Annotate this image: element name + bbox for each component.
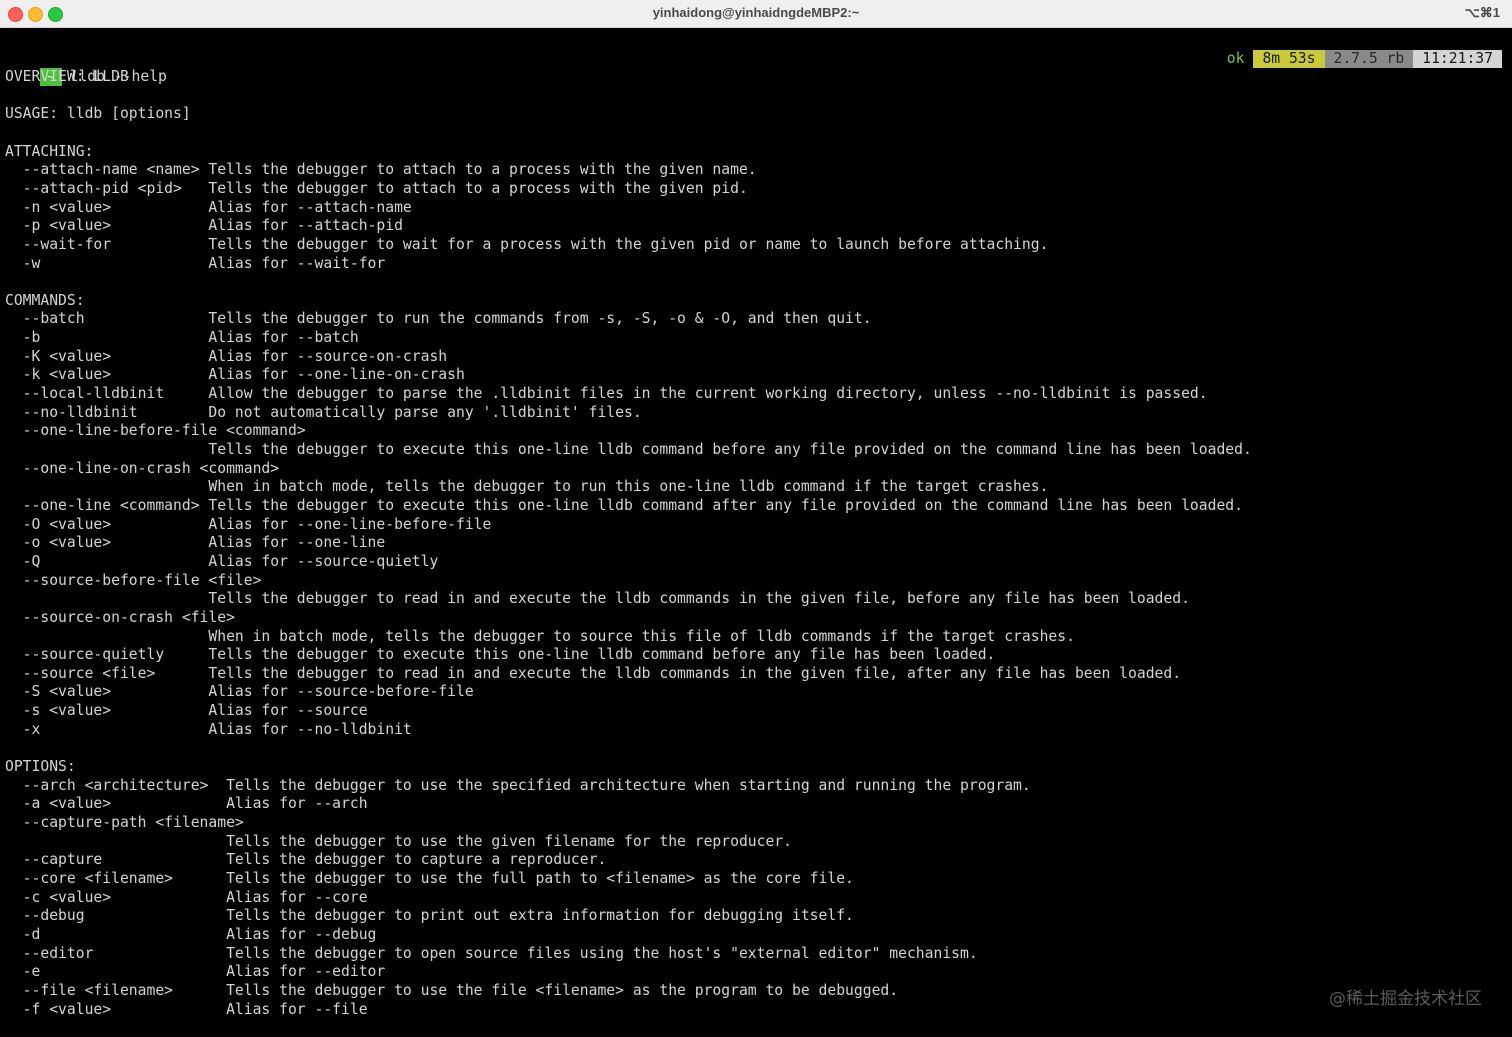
output-line: -o <value> Alias for --one-line: [5, 534, 386, 552]
output-line: --one-line <command> Tells the debugger …: [5, 496, 1243, 514]
output-line: -e Alias for --editor: [5, 963, 386, 981]
tab-shortcut-label: ⌥⌘1: [1464, 5, 1500, 20]
output-line: ATTACHING:: [5, 142, 94, 160]
command-duration: 8m 53s: [1253, 50, 1325, 68]
output-line: --capture Tells the debugger to capture …: [5, 851, 607, 869]
output-line: -b Alias for --batch: [5, 329, 359, 347]
output-line: -c <value> Alias for --core: [5, 888, 368, 906]
output-line: Tells the debugger to use the given file…: [5, 832, 792, 850]
output-line: -a <value> Alias for --arch: [5, 795, 368, 813]
current-time: 11:21:37: [1413, 50, 1502, 68]
output-line: OPTIONS:: [5, 758, 76, 776]
output-line: -x Alias for --no-lldbinit: [5, 720, 412, 738]
exit-status: ok: [1226, 50, 1245, 67]
output-line: --one-line-before-file <command>: [5, 422, 306, 440]
output-line: -K <value> Alias for --source-on-crash: [5, 347, 448, 365]
output-line: --batch Tells the debugger to run the co…: [5, 310, 872, 328]
output-line: -p <value> Alias for --attach-pid: [5, 217, 403, 235]
output-line: -d Alias for --debug: [5, 925, 377, 943]
output-line: -Q Alias for --source-quietly: [5, 552, 439, 570]
output-line: --source-on-crash <file>: [5, 608, 235, 626]
output-line: -S <value> Alias for --source-before-fil…: [5, 683, 474, 701]
output-line: When in batch mode, tells the debugger t…: [5, 478, 1049, 496]
output-line: COMMANDS:: [5, 291, 85, 309]
output-line: --attach-pid <pid> Tells the debugger to…: [5, 179, 748, 197]
terminal-output-area[interactable]: ~ lldb --help ok 8m 53s 2.7.5 rb 11:21:37…: [0, 28, 1512, 1037]
output-line: --editor Tells the debugger to open sour…: [5, 944, 978, 962]
output-line: -w Alias for --wait-for: [5, 254, 386, 272]
output-line: --capture-path <filename>: [5, 814, 244, 831]
output-line: When in batch mode, tells the debugger t…: [5, 627, 1075, 645]
output-line: --file <filename> Tells the debugger to …: [5, 981, 899, 999]
output-line: -f <value> Alias for --file: [5, 1000, 368, 1018]
output-line: -k <value> Alias for --one-line-on-crash: [5, 366, 465, 384]
output-line: --source-before-file <file>: [5, 571, 262, 589]
output-line: --attach-name <name> Tells the debugger …: [5, 161, 757, 179]
output-line: --local-lldbinit Allow the debugger to p…: [5, 385, 1208, 403]
right-prompt: ok 8m 53s 2.7.5 rb 11:21:37: [1218, 50, 1502, 68]
watermark: @稀土掘金技术社区: [1329, 989, 1482, 1009]
output-line: USAGE: lldb [options]: [5, 105, 191, 123]
output-line: Tells the debugger to execute this one-l…: [5, 441, 1252, 458]
window-titlebar[interactable]: yinhaidong@yinhaidngdeMBP2:~ ⌥⌘1: [0, 0, 1512, 28]
output-line: --source <file> Tells the debugger to re…: [5, 664, 1182, 682]
output-line: --wait-for Tells the debugger to wait fo…: [5, 235, 1049, 253]
output-line: OVERVIEW: LLDB: [5, 68, 129, 85]
output-line: --source-quietly Tells the debugger to e…: [5, 646, 996, 664]
ruby-version: 2.7.5 rb: [1324, 50, 1414, 68]
output-line: Tells the debugger to read in and execut…: [5, 590, 1190, 608]
output-line: --debug Tells the debugger to print out …: [5, 907, 854, 925]
shell-prompt: ~ lldb --help: [5, 50, 167, 86]
window-title: yinhaidong@yinhaidngdeMBP2:~: [652, 5, 860, 20]
output-line: --core <filename> Tells the debugger to …: [5, 869, 854, 887]
output-line: -n <value> Alias for --attach-name: [5, 198, 412, 216]
output-line: --one-line-on-crash <command>: [5, 459, 280, 477]
output-line: -O <value> Alias for --one-line-before-f…: [5, 515, 492, 533]
output-line: --arch <architecture> Tells the debugger…: [5, 776, 1031, 794]
output-line: -s <value> Alias for --source: [5, 702, 368, 720]
output-line: --no-lldbinit Do not automatically parse…: [5, 403, 642, 421]
